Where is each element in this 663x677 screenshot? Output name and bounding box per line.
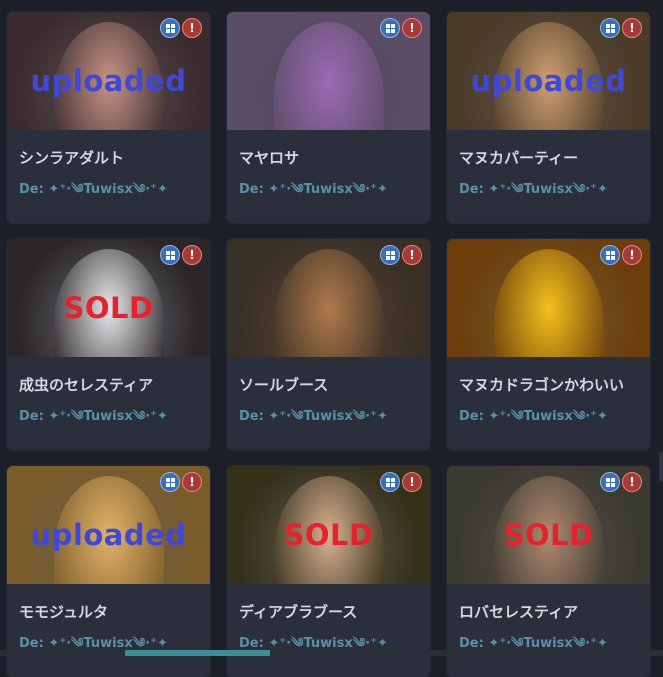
author-prefix: De: [19,636,44,651]
author-line[interactable]: De: ✦⁺·༄Tuwisx༄·⁺✦ [459,401,608,438]
alert-icon: ! [622,245,642,265]
avatar-thumbnail[interactable]: ! uploaded [447,12,650,130]
horizontal-scrollbar[interactable] [0,650,663,656]
author-name[interactable]: ✦⁺·༄Tuwisx༄·⁺✦ [48,182,168,197]
author-line[interactable]: De: ✦⁺·༄Tuwisx༄·⁺✦ [239,628,388,665]
author-prefix: De: [19,182,44,197]
windows-icon [600,472,620,492]
author-line[interactable]: De: ✦⁺·༄Tuwisx༄·⁺✦ [459,628,608,665]
author-name[interactable]: ✦⁺·༄Tuwisx༄·⁺✦ [488,182,608,197]
author-name[interactable]: ✦⁺·༄Tuwisx༄·⁺✦ [48,409,168,424]
author-name[interactable]: ✦⁺·༄Tuwisx༄·⁺✦ [268,409,388,424]
avatar-grid: ! uploaded シンラアダルト De: ✦⁺·༄Tuwisx༄·⁺✦ ! … [7,12,650,677]
avatar-card[interactable]: ! uploaded モモジュルタ De: ✦⁺·༄Tuwisx༄·⁺✦ [7,466,210,677]
alert-icon: ! [622,472,642,492]
avatar-thumbnail[interactable]: ! uploaded [7,12,210,130]
alert-icon: ! [402,245,422,265]
windows-icon [600,18,620,38]
author-prefix: De: [459,182,484,197]
status-stamp: SOLD [503,518,594,552]
alert-icon: ! [182,245,202,265]
avatar-thumbnail[interactable]: ! uploaded [7,466,210,584]
author-prefix: De: [239,636,264,651]
avatar-thumbnail[interactable]: ! [227,239,430,357]
author-line[interactable]: De: ✦⁺·༄Tuwisx༄·⁺✦ [459,174,608,211]
author-name[interactable]: ✦⁺·༄Tuwisx༄·⁺✦ [268,182,388,197]
alert-icon: ! [402,472,422,492]
author-line[interactable]: De: ✦⁺·༄Tuwisx༄·⁺✦ [19,401,168,438]
author-prefix: De: [239,409,264,424]
author-line[interactable]: De: ✦⁺·༄Tuwisx༄·⁺✦ [19,174,168,211]
avatar-thumbnail[interactable]: ! SOLD [447,466,650,584]
scrollbar-thumb[interactable] [125,650,270,656]
status-stamp: SOLD [283,518,374,552]
status-stamp: SOLD [63,291,154,325]
windows-icon [160,18,180,38]
author-name[interactable]: ✦⁺·༄Tuwisx༄·⁺✦ [488,409,608,424]
scrollbar[interactable] [659,452,663,482]
avatar-thumbnail[interactable]: ! SOLD [7,239,210,357]
status-stamp: uploaded [30,518,187,552]
avatar-card[interactable]: ! uploaded マヌカパーティー De: ✦⁺·༄Tuwisx༄·⁺✦ [447,12,650,223]
author-line[interactable]: De: ✦⁺·༄Tuwisx༄·⁺✦ [239,401,388,438]
author-name[interactable]: ✦⁺·༄Tuwisx༄·⁺✦ [488,636,608,651]
author-prefix: De: [459,636,484,651]
avatar-card[interactable]: ! SOLD ディアブラブース De: ✦⁺·༄Tuwisx༄·⁺✦ [227,466,430,677]
windows-icon [160,472,180,492]
windows-icon [160,245,180,265]
avatar-card[interactable]: ! ソールブース De: ✦⁺·༄Tuwisx༄·⁺✦ [227,239,430,450]
avatar-card[interactable]: ! SOLD 成虫のセレスティア De: ✦⁺·༄Tuwisx༄·⁺✦ [7,239,210,450]
alert-icon: ! [182,472,202,492]
alert-icon: ! [622,18,642,38]
avatar-card[interactable]: ! マヌカドラゴンかわいい De: ✦⁺·༄Tuwisx༄·⁺✦ [447,239,650,450]
status-stamp: uploaded [30,64,187,98]
avatar-card[interactable]: ! マヤロサ De: ✦⁺·༄Tuwisx༄·⁺✦ [227,12,430,223]
avatar-card[interactable]: ! uploaded シンラアダルト De: ✦⁺·༄Tuwisx༄·⁺✦ [7,12,210,223]
author-name[interactable]: ✦⁺·༄Tuwisx༄·⁺✦ [268,636,388,651]
author-line[interactable]: De: ✦⁺·༄Tuwisx༄·⁺✦ [19,628,168,665]
author-prefix: De: [239,182,264,197]
windows-icon [380,18,400,38]
author-line[interactable]: De: ✦⁺·༄Tuwisx༄·⁺✦ [239,174,388,211]
status-stamp: uploaded [470,64,627,98]
avatar-card[interactable]: ! SOLD ロバセレスティア De: ✦⁺·༄Tuwisx༄·⁺✦ [447,466,650,677]
windows-icon [380,245,400,265]
author-prefix: De: [459,409,484,424]
author-name[interactable]: ✦⁺·༄Tuwisx༄·⁺✦ [48,636,168,651]
windows-icon [380,472,400,492]
avatar-thumbnail[interactable]: ! SOLD [227,466,430,584]
alert-icon: ! [182,18,202,38]
avatar-thumbnail[interactable]: ! [447,239,650,357]
author-prefix: De: [19,409,44,424]
windows-icon [600,245,620,265]
avatar-thumbnail[interactable]: ! [227,12,430,130]
alert-icon: ! [402,18,422,38]
